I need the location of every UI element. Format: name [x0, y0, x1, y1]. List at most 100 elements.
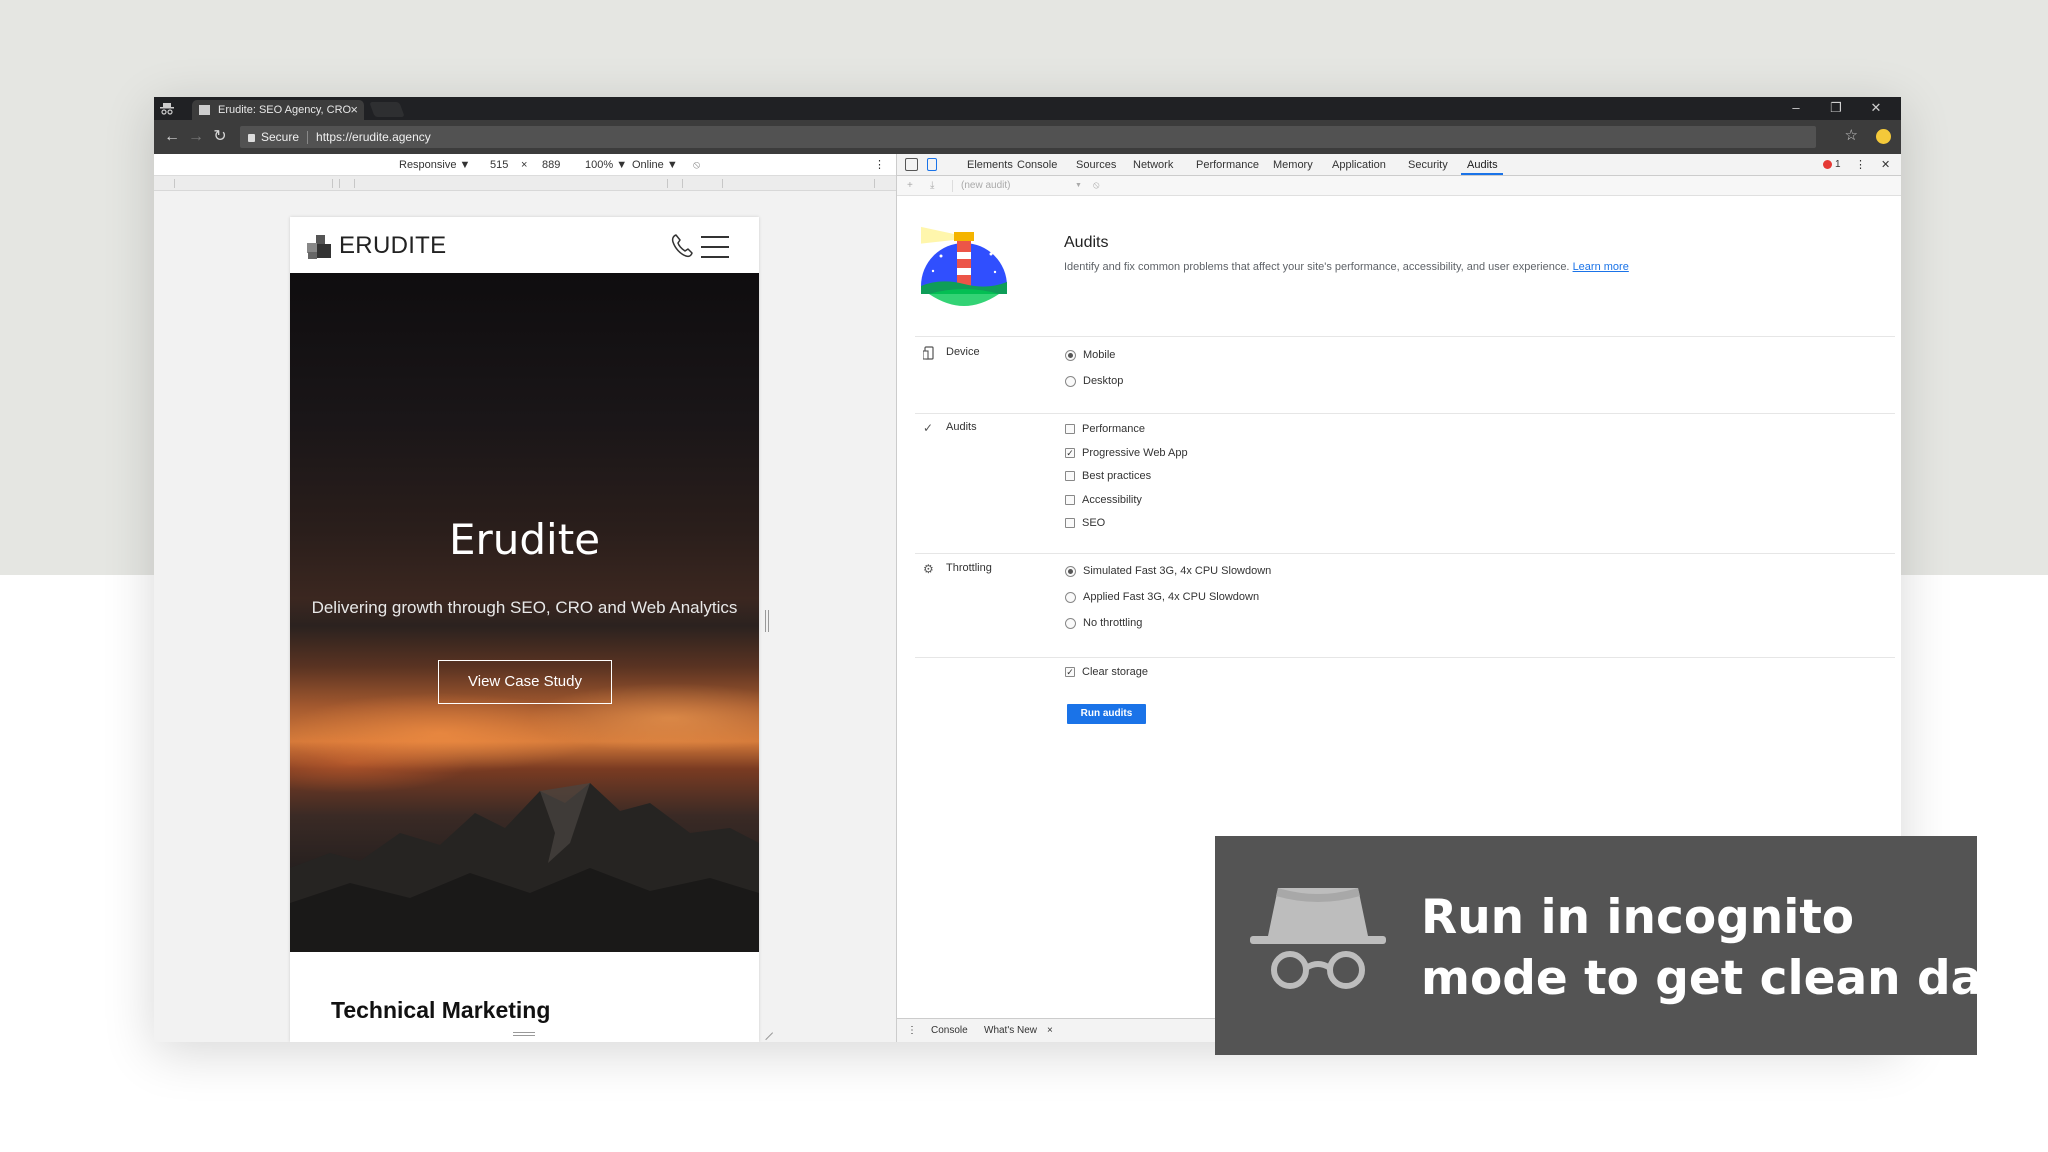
- inspect-element-icon[interactable]: [905, 158, 918, 171]
- tab-memory[interactable]: Memory: [1273, 154, 1313, 176]
- media-query-ruler[interactable]: [154, 176, 896, 191]
- tab-elements[interactable]: Elements: [967, 154, 1013, 176]
- url-text: https://erudite.agency: [316, 130, 431, 144]
- tab-security[interactable]: Security: [1408, 154, 1448, 176]
- new-tab-button[interactable]: [369, 102, 405, 117]
- drawer-tab-close-icon[interactable]: ×: [1047, 1019, 1053, 1042]
- viewport-resize-handle-right[interactable]: [765, 610, 769, 632]
- browser-tab[interactable]: Erudite: SEO Agency, CRO ×: [192, 100, 364, 120]
- hamburger-menu-icon[interactable]: [701, 236, 729, 258]
- checkbox-best-practices[interactable]: [1065, 471, 1075, 482]
- audit-option-performance[interactable]: Performance: [1065, 421, 1145, 437]
- device-toolbar-more-icon[interactable]: ⋮: [874, 154, 885, 176]
- reload-icon[interactable]: ↻: [210, 127, 230, 147]
- device-toolbar: Responsive ▼ 515 × 889 100% ▼ Online ▼ ⦸…: [154, 154, 896, 176]
- viewport-width-input[interactable]: 515: [490, 154, 508, 176]
- device-option-mobile[interactable]: Mobile: [1065, 347, 1115, 363]
- view-case-study-button[interactable]: View Case Study: [438, 660, 612, 704]
- ruler-tick: [874, 179, 875, 188]
- clear-reports-icon[interactable]: ⦸: [1093, 176, 1100, 196]
- radio-applied[interactable]: [1065, 591, 1076, 603]
- phone-icon[interactable]: [670, 233, 694, 259]
- site-brand[interactable]: ERUDITE: [339, 232, 446, 260]
- viewport-resize-handle-bottom[interactable]: [513, 1032, 535, 1036]
- secure-label: Secure: [261, 130, 300, 144]
- divider: [915, 657, 1895, 658]
- device-select[interactable]: Responsive ▼: [399, 154, 470, 176]
- error-count[interactable]: 1: [1835, 154, 1841, 176]
- run-audits-button[interactable]: Run audits: [1067, 704, 1146, 724]
- network-select[interactable]: Online ▼: [632, 154, 678, 176]
- checkbox-pwa[interactable]: ✓: [1065, 448, 1075, 459]
- viewport-height-input[interactable]: 889: [542, 154, 560, 176]
- close-window-button[interactable]: ✕: [1856, 97, 1896, 120]
- divider: [915, 336, 1895, 337]
- checkbox-performance[interactable]: [1065, 424, 1075, 435]
- audit-report-select[interactable]: (new audit): [961, 176, 1010, 196]
- radio-mobile[interactable]: [1065, 349, 1076, 361]
- audit-option-label: Best practices: [1082, 470, 1152, 482]
- lighthouse-logo-icon: [921, 226, 1007, 306]
- audit-option-accessibility[interactable]: Accessibility: [1065, 492, 1142, 508]
- throttling-option-simulated[interactable]: Simulated Fast 3G, 4x CPU Slowdown: [1065, 563, 1271, 579]
- tab-network[interactable]: Network: [1133, 154, 1173, 176]
- tab-sources[interactable]: Sources: [1076, 154, 1116, 176]
- checkbox-seo[interactable]: [1065, 518, 1075, 529]
- tab-console[interactable]: Console: [1017, 154, 1057, 176]
- divider: [915, 553, 1895, 554]
- bookmark-star-icon[interactable]: ☆: [1845, 126, 1858, 144]
- report-select-arrow-icon[interactable]: ▼: [1075, 176, 1082, 196]
- ruler-tick: [332, 179, 333, 188]
- ruler-tick: [722, 179, 723, 188]
- throttling-option-label: Simulated Fast 3G, 4x CPU Slowdown: [1083, 565, 1272, 577]
- site-header: ERUDITE: [290, 217, 759, 273]
- lock-icon: [248, 133, 255, 142]
- device-toggle-icon[interactable]: [927, 158, 937, 171]
- profile-avatar[interactable]: [1876, 129, 1891, 144]
- throttling-option-label: Applied Fast 3G, 4x CPU Slowdown: [1083, 591, 1260, 603]
- tab-performance[interactable]: Performance: [1196, 154, 1259, 176]
- checkbox-clear-storage[interactable]: ✓: [1065, 667, 1075, 678]
- caption-line-2: mode to get clean data: [1421, 951, 2037, 1006]
- caption-line-1: Run in incognito: [1421, 890, 1855, 945]
- audit-option-label: Progressive Web App: [1082, 447, 1188, 459]
- mobile-page: ERUDITE Erudite Delivering growth throug…: [290, 217, 759, 1042]
- zoom-select[interactable]: 100% ▼: [585, 154, 627, 176]
- gear-icon: ⚙: [923, 562, 934, 576]
- throttling-option-applied[interactable]: Applied Fast 3G, 4x CPU Slowdown: [1065, 589, 1259, 605]
- clear-storage-option[interactable]: ✓ Clear storage: [1065, 664, 1148, 680]
- devtools-more-icon[interactable]: ⋮: [1855, 154, 1866, 176]
- tab-application[interactable]: Application: [1332, 154, 1386, 176]
- audit-option-best-practices[interactable]: Best practices: [1065, 468, 1151, 484]
- radio-simulated[interactable]: [1065, 565, 1076, 577]
- ruler-tick: [354, 179, 355, 188]
- radio-desktop[interactable]: [1065, 375, 1076, 387]
- hero-section: Erudite Delivering growth through SEO, C…: [290, 273, 759, 952]
- device-option-desktop[interactable]: Desktop: [1065, 373, 1123, 389]
- throttling-option-none[interactable]: No throttling: [1065, 615, 1142, 631]
- devtools-tab-bar: Elements Console Sources Network Perform…: [897, 154, 1901, 176]
- rotate-icon[interactable]: ⦸: [693, 154, 700, 176]
- device-option-label: Desktop: [1083, 375, 1124, 387]
- back-arrow-icon[interactable]: ←: [162, 127, 182, 147]
- address-bar[interactable]: Secure https://erudite.agency: [240, 126, 1816, 148]
- ruler-tick: [667, 179, 668, 188]
- add-audit-icon[interactable]: +: [907, 176, 913, 196]
- drawer-tab-whats-new[interactable]: What's New: [984, 1019, 1037, 1042]
- audit-option-pwa[interactable]: ✓ Progressive Web App: [1065, 445, 1188, 461]
- error-icon[interactable]: [1823, 160, 1832, 169]
- forward-arrow-icon[interactable]: →: [186, 127, 206, 147]
- learn-more-link[interactable]: Learn more: [1573, 261, 1629, 273]
- restore-button[interactable]: ❐: [1816, 97, 1856, 120]
- download-report-icon[interactable]: ⤓: [930, 176, 934, 196]
- tab-close-icon[interactable]: ×: [350, 100, 358, 120]
- drawer-tab-console[interactable]: Console: [931, 1019, 968, 1042]
- audit-option-seo[interactable]: SEO: [1065, 515, 1105, 531]
- devtools-close-icon[interactable]: ✕: [1881, 154, 1890, 176]
- dimension-times: ×: [521, 159, 528, 171]
- radio-no-throttling[interactable]: [1065, 617, 1076, 629]
- drawer-more-icon[interactable]: ⋮: [907, 1019, 917, 1042]
- device-option-label: Mobile: [1083, 349, 1116, 361]
- checkbox-accessibility[interactable]: [1065, 495, 1075, 506]
- minimize-button[interactable]: –: [1776, 97, 1816, 120]
